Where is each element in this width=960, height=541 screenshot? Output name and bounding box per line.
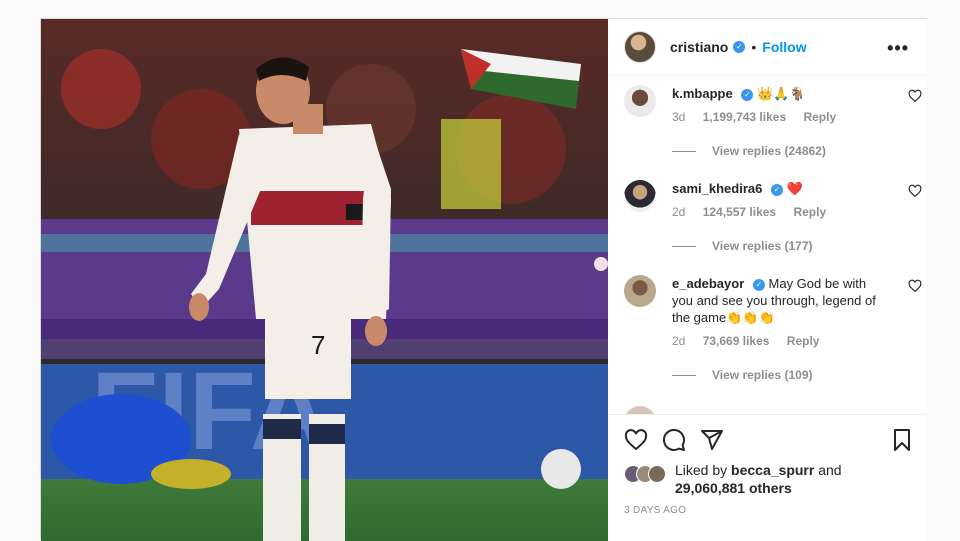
commenter-avatar[interactable] xyxy=(624,85,656,117)
liked-by-prefix: Liked by xyxy=(675,462,728,478)
commenter-avatar[interactable] xyxy=(624,180,656,212)
view-replies-button[interactable]: View replies (177) xyxy=(672,239,813,253)
comment-like-heart-icon[interactable] xyxy=(908,89,922,103)
verified-badge-icon: ✓ xyxy=(752,278,765,291)
commenter-username[interactable]: k.mbappe xyxy=(672,86,733,101)
post-card: FIFA 7 cristiano ✓ • Follow ••• k.mbappe… xyxy=(40,18,927,541)
post-photo[interactable]: FIFA 7 xyxy=(41,19,608,541)
bookmark-icon[interactable] xyxy=(890,428,914,452)
comment-text-block: e_adebayor ✓ May God be with you and see… xyxy=(672,275,884,326)
commenter-username[interactable]: sami_khedira6 xyxy=(672,181,762,196)
comment-text: 👑🙏🐐 xyxy=(756,86,806,101)
post-side-panel: cristiano ✓ • Follow ••• k.mbappe ✓ 👑🙏🐐 … xyxy=(608,19,927,541)
commenter-username[interactable]: e_adebayor xyxy=(672,276,744,291)
commenter-avatar[interactable] xyxy=(624,275,656,307)
comment-meta: 3d 1,199,743 likes Reply xyxy=(672,110,850,124)
heart-icon[interactable] xyxy=(624,428,648,452)
reply-button[interactable]: Reply xyxy=(803,110,836,124)
commenter-avatar[interactable] xyxy=(624,406,656,414)
reply-button[interactable]: Reply xyxy=(793,205,826,219)
comment-icon[interactable] xyxy=(662,428,686,452)
paper-plane-icon[interactable] xyxy=(700,428,724,452)
post-timestamp[interactable]: 3 DAYS AGO xyxy=(624,505,686,516)
liked-by-user[interactable]: becca_spurr xyxy=(731,462,814,478)
comment-text-block: k.mbappe ✓ 👑🙏🐐 xyxy=(672,85,884,102)
verified-badge-icon: ✓ xyxy=(733,41,746,53)
follow-button[interactable]: Follow xyxy=(762,39,806,55)
comment-text-block: sami_khedira6 ✓ ❤️ xyxy=(672,180,884,197)
author-avatar[interactable] xyxy=(624,31,656,63)
comment-age: 3d xyxy=(672,110,686,124)
view-replies-line xyxy=(672,151,696,153)
comment-item-partial xyxy=(624,406,884,414)
comment-like-count[interactable]: 73,669 likes xyxy=(703,334,770,348)
comment-meta: 2d 124,557 likes Reply xyxy=(672,205,840,219)
liked-by-and: and xyxy=(818,462,842,478)
comment-age: 2d xyxy=(672,334,686,348)
view-replies-line xyxy=(672,246,696,248)
verified-badge-icon: ✓ xyxy=(770,183,783,196)
view-replies-label: View replies (109) xyxy=(712,368,813,382)
svg-text:7: 7 xyxy=(311,330,325,360)
post-actions: Liked by becca_spurr and 29,060,881 othe… xyxy=(608,414,927,541)
view-replies-line xyxy=(672,375,696,377)
comment-age: 2d xyxy=(672,205,686,219)
comment-like-count[interactable]: 1,199,743 likes xyxy=(703,110,786,124)
comment-text: ❤️ xyxy=(786,181,803,196)
view-replies-button[interactable]: View replies (109) xyxy=(672,368,813,382)
liker-avatar xyxy=(648,465,666,483)
verified-badge-icon: ✓ xyxy=(741,88,754,101)
view-replies-label: View replies (24862) xyxy=(712,144,826,158)
header-separator: • xyxy=(751,39,757,55)
comment-like-heart-icon[interactable] xyxy=(908,279,922,293)
post-header: cristiano ✓ • Follow ••• xyxy=(608,19,927,76)
liked-by-text: Liked by becca_spurr and 29,060,881 othe… xyxy=(675,461,842,497)
reply-button[interactable]: Reply xyxy=(787,334,820,348)
comment-like-heart-icon[interactable] xyxy=(908,184,922,198)
liked-by-others[interactable]: 29,060,881 others xyxy=(675,480,792,496)
comment-like-count[interactable]: 124,557 likes xyxy=(703,205,776,219)
view-replies-label: View replies (177) xyxy=(712,239,813,253)
author-username[interactable]: cristiano xyxy=(670,39,728,55)
more-options-icon[interactable]: ••• xyxy=(887,38,909,59)
comments-list[interactable]: k.mbappe ✓ 👑🙏🐐 3d 1,199,743 likes Reply … xyxy=(608,76,927,414)
view-replies-button[interactable]: View replies (24862) xyxy=(672,144,826,158)
comment-meta: 2d 73,669 likes Reply xyxy=(672,334,833,348)
